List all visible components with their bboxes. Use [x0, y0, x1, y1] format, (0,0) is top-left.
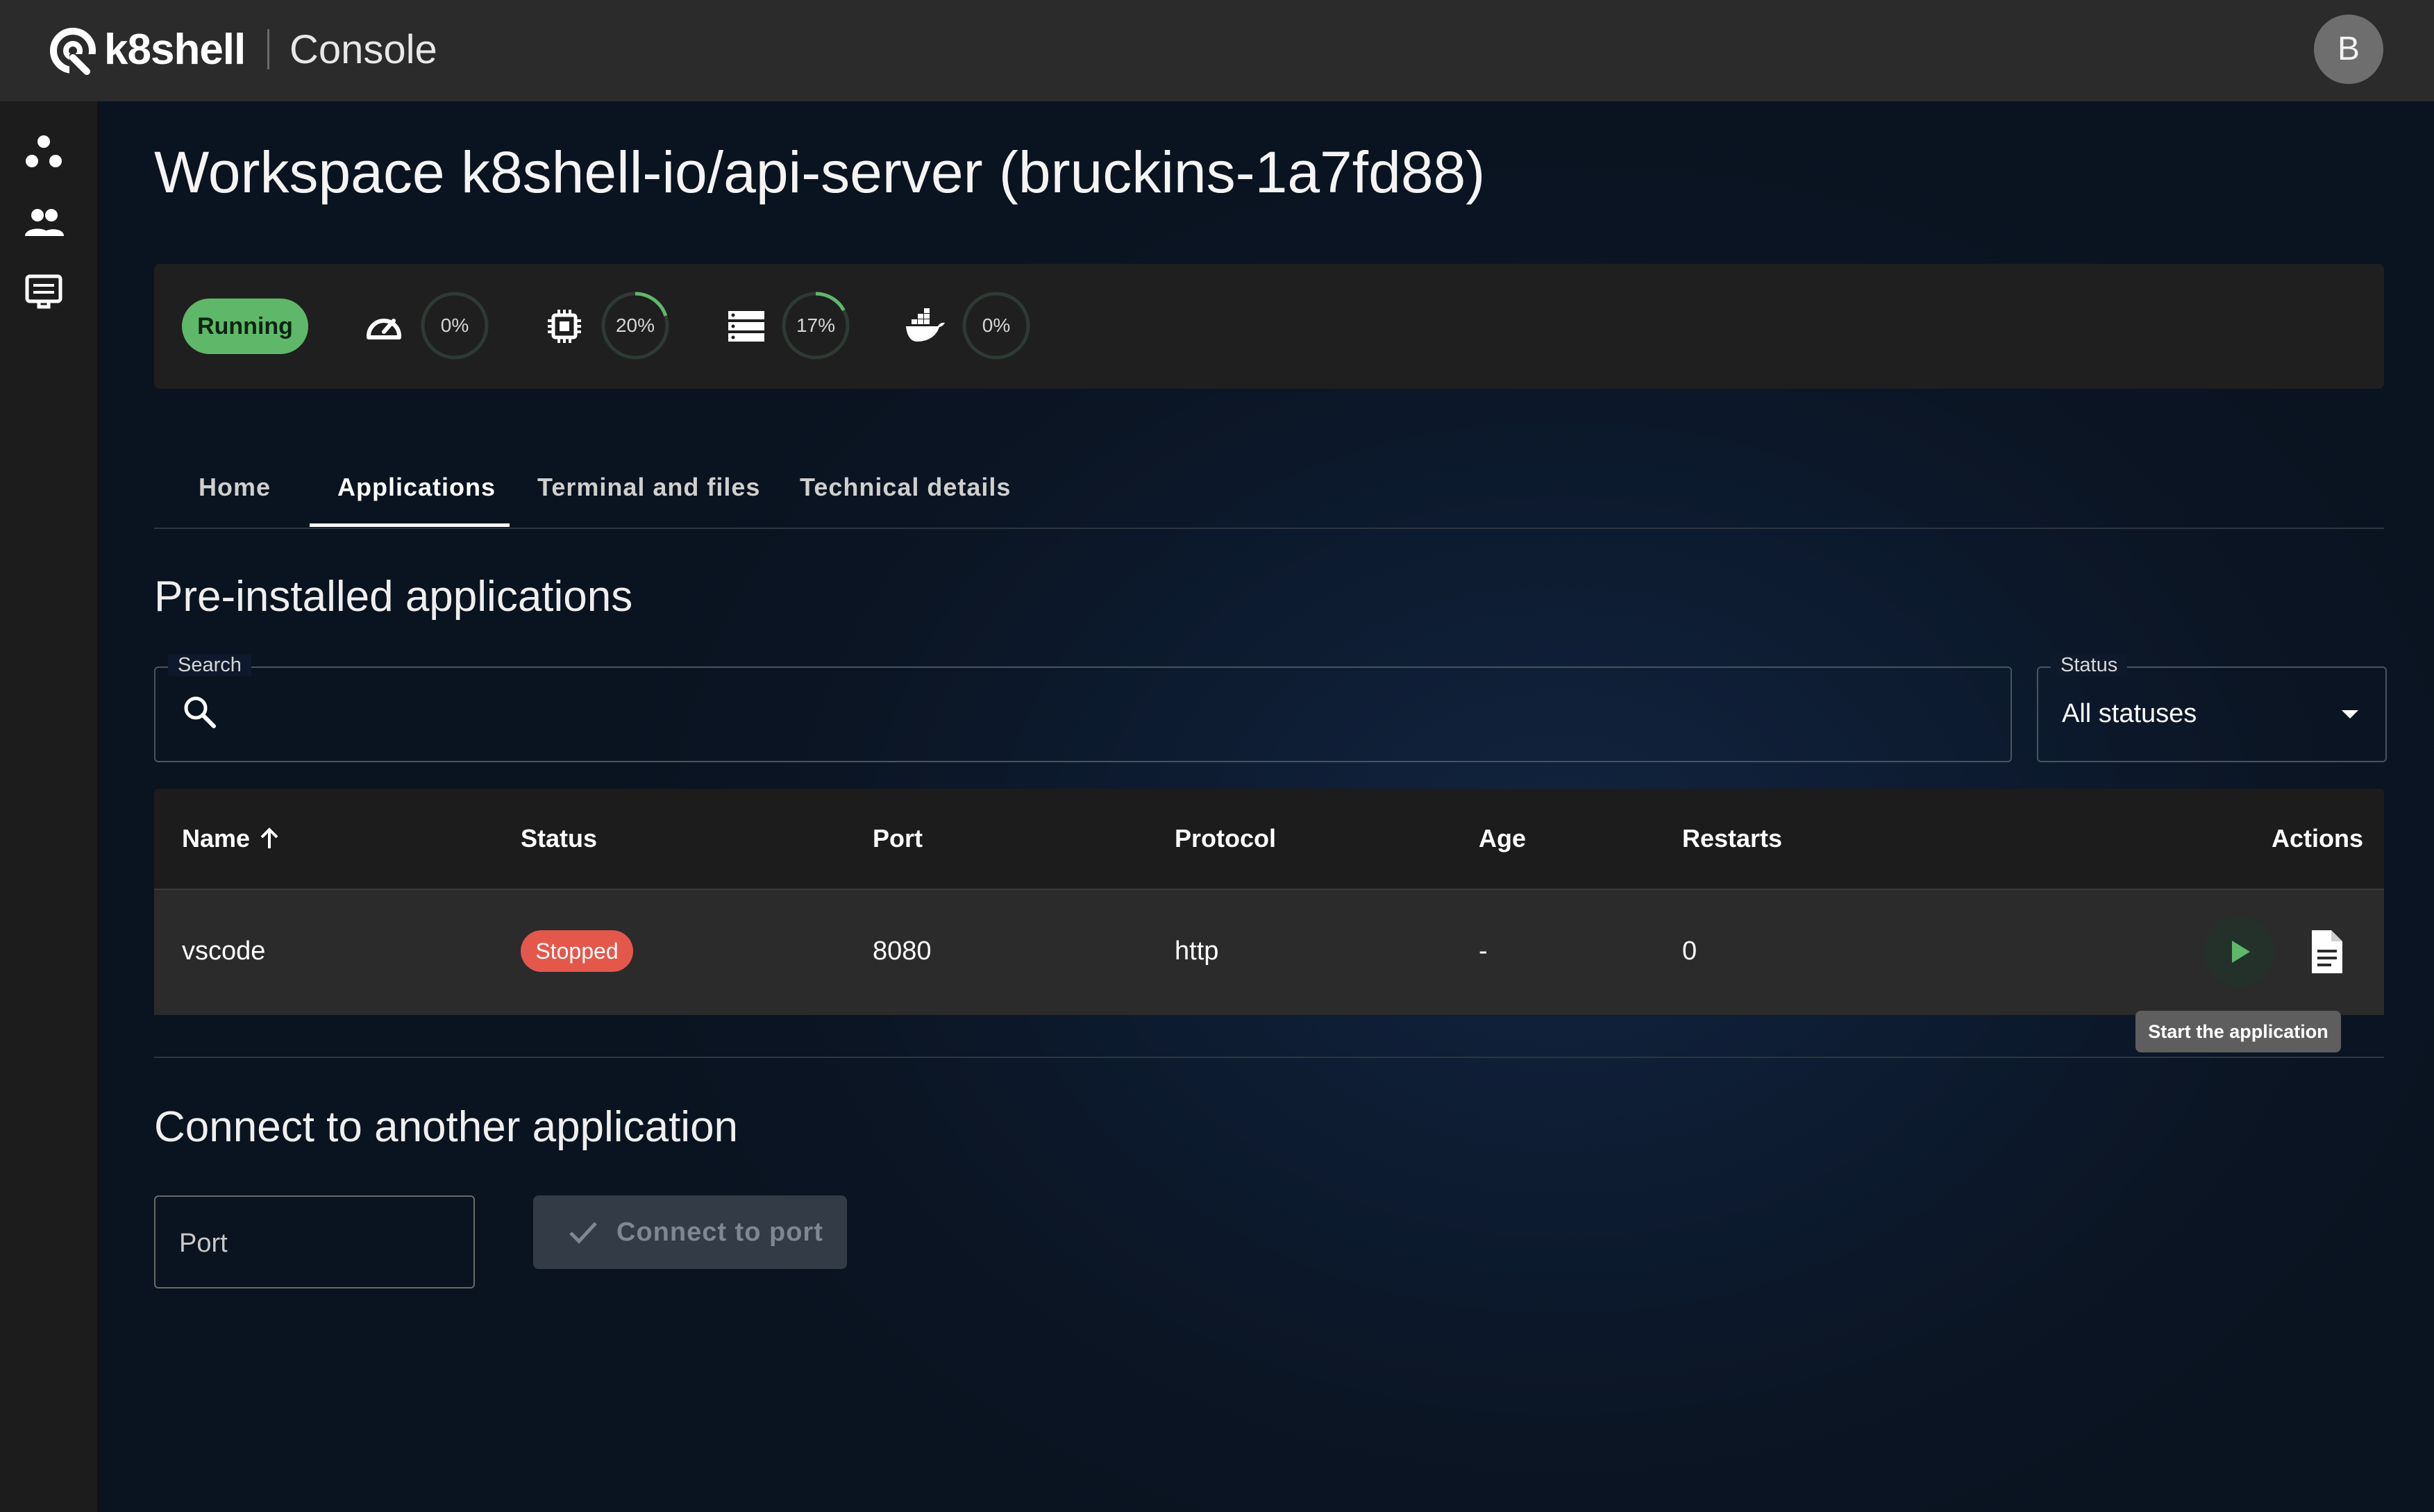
start-application-tooltip: Start the application [2135, 1011, 2341, 1052]
user-avatar[interactable]: B [2314, 15, 2383, 84]
column-header-actions: Actions [2272, 824, 2364, 852]
chevron-down-icon [2342, 710, 2358, 719]
brand-name[interactable]: k8shell [104, 21, 246, 79]
console-icon[interactable] [21, 269, 67, 315]
people-icon[interactable] [21, 200, 67, 246]
gauge-label-2: 17% [796, 314, 836, 336]
storage-icon [728, 311, 764, 342]
column-header-restarts[interactable]: Restarts [1682, 789, 1782, 889]
brand-separator [267, 29, 269, 69]
column-header-age[interactable]: Age [1479, 789, 1526, 889]
column-header-name[interactable]: Name [182, 789, 250, 889]
tab-applications[interactable]: Applications [337, 453, 496, 522]
gauge-label-0: 0% [440, 314, 469, 336]
search-input[interactable] [154, 666, 2012, 762]
start-application-button[interactable] [2204, 916, 2274, 987]
page-title: Workspace k8shell-io/api-server (bruckin… [154, 140, 1486, 205]
status-badge: Running [182, 299, 308, 354]
search-label: Search [168, 654, 251, 676]
status-badge-stopped: Stopped [521, 930, 633, 972]
column-header-status[interactable]: Status [521, 789, 597, 889]
connect-to-port-button[interactable]: Connect to port [533, 1195, 847, 1269]
section-divider [154, 1057, 2384, 1058]
k8shell-logo-icon[interactable] [49, 26, 97, 75]
status-filter-label: Status [2051, 654, 2128, 676]
tab-home[interactable]: Home [199, 453, 271, 522]
speedometer-icon [367, 319, 401, 339]
cell-protocol: http [1175, 936, 1219, 966]
active-tab-indicator [310, 523, 510, 527]
gauge-label-1: 20% [615, 314, 655, 336]
column-header-protocol[interactable]: Protocol [1175, 789, 1276, 889]
table-row [154, 889, 2384, 1015]
preinstalled-section-title: Pre-installed applications [154, 573, 633, 621]
gauge-label-3: 0% [982, 314, 1011, 336]
cpu-icon [548, 310, 581, 343]
column-header-port[interactable]: Port [873, 789, 923, 889]
cell-restarts: 0 [1682, 936, 1697, 966]
check-icon [569, 1222, 597, 1244]
status-filter-value: All statuses [2062, 699, 2197, 728]
cell-age: - [1479, 936, 1488, 966]
connect-to-port-label: Connect to port [616, 1218, 823, 1247]
docker-icon [906, 308, 945, 342]
logs-document-icon[interactable] [2302, 927, 2351, 976]
sort-ascending-icon[interactable] [257, 826, 282, 851]
search-icon [184, 696, 216, 728]
play-icon [2232, 941, 2250, 963]
connect-section-title: Connect to another application [154, 1103, 739, 1151]
app-name: Console [289, 27, 437, 72]
cell-port: 8080 [873, 936, 932, 966]
tab-terminal-and-files[interactable]: Terminal and files [537, 453, 760, 522]
port-input[interactable]: Port [154, 1195, 475, 1288]
cell-name: vscode [182, 936, 266, 966]
workspaces-icon[interactable] [21, 131, 67, 176]
tabs-divider [154, 528, 2384, 529]
tab-technical-details[interactable]: Technical details [800, 453, 1011, 522]
